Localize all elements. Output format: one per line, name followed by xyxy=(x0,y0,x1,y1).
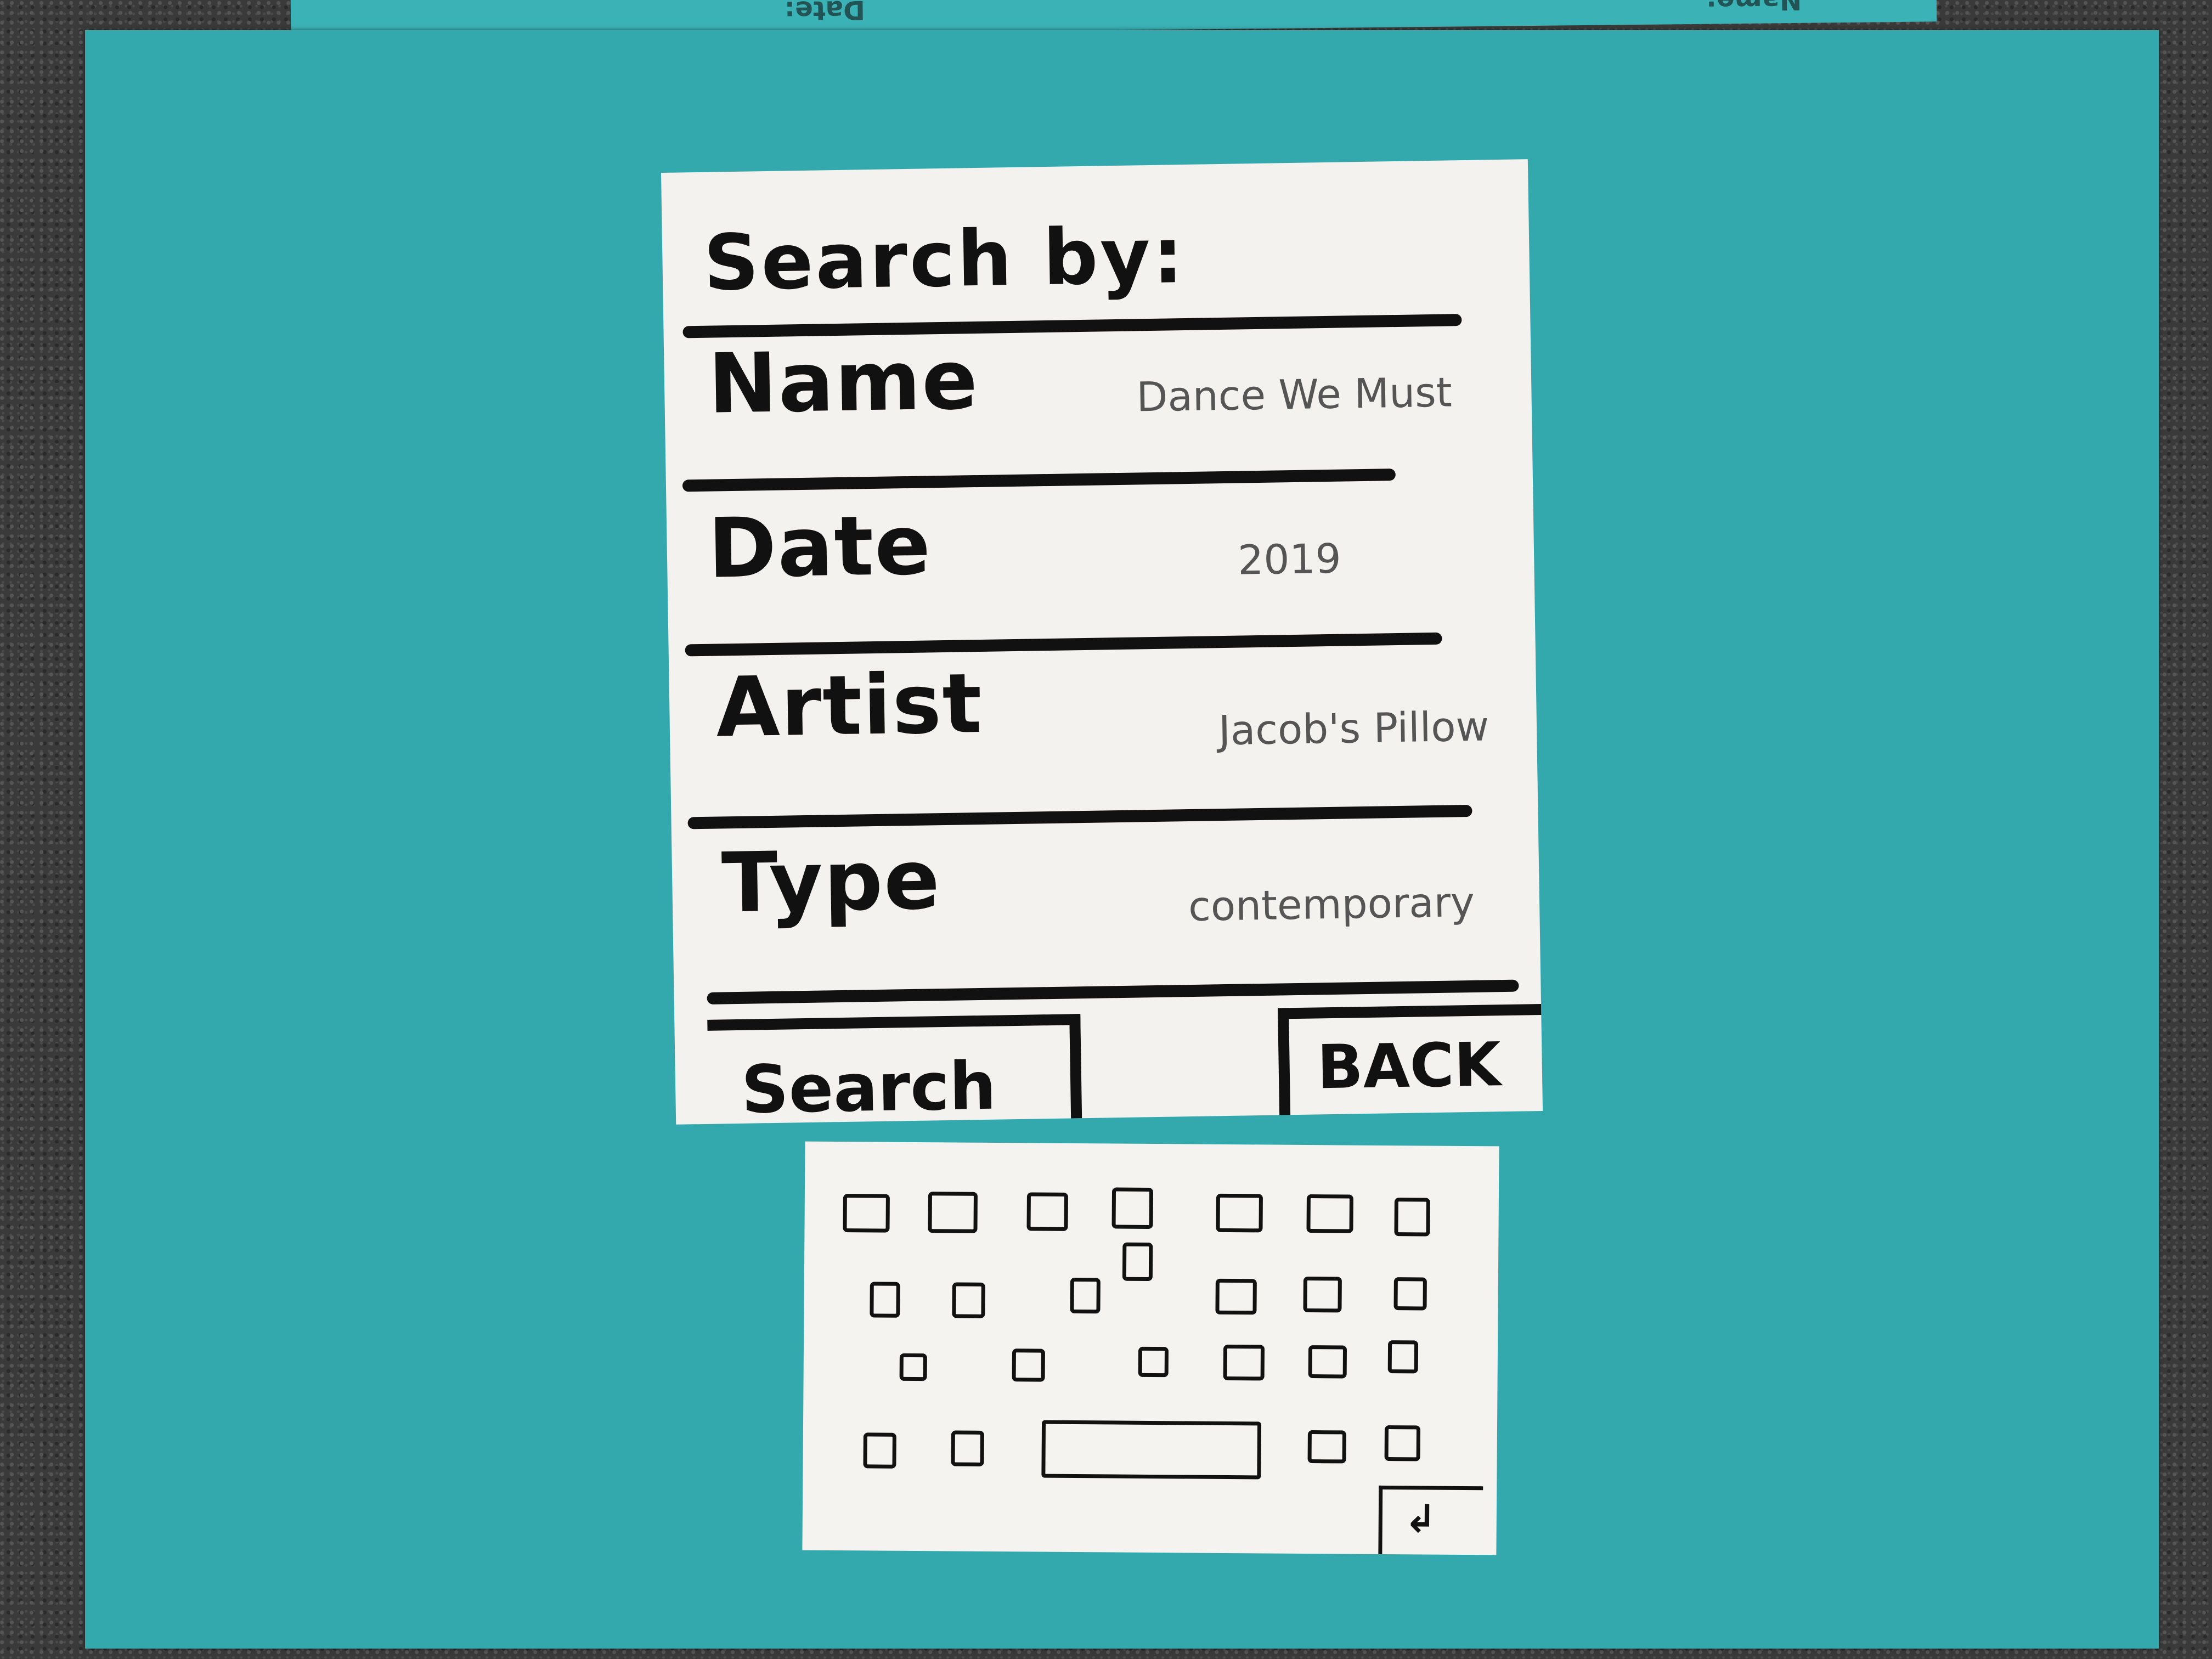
go-key[interactable]: ↲ xyxy=(1378,1485,1483,1555)
search-button[interactable]: Search xyxy=(707,1014,1082,1128)
name-field[interactable]: Dance We Must xyxy=(1136,369,1452,421)
divider xyxy=(707,979,1519,1005)
keyboard-key[interactable] xyxy=(928,1192,978,1233)
back-button[interactable]: BACK xyxy=(1278,1003,1543,1115)
divider xyxy=(685,632,1442,657)
keyboard-key[interactable] xyxy=(1215,1278,1257,1315)
return-arrow-icon: ↲ xyxy=(1404,1496,1437,1542)
keyboard-key[interactable] xyxy=(1303,1276,1342,1313)
divider xyxy=(682,469,1396,492)
type-field[interactable]: contemporary xyxy=(1188,879,1475,930)
keyboard-key[interactable] xyxy=(1307,1430,1346,1464)
artist-field[interactable]: Jacob's Pillow xyxy=(1218,703,1489,754)
keyboard-key[interactable] xyxy=(1384,1425,1421,1462)
search-screen: Search by: Name Dance We Must Date 2019 … xyxy=(661,159,1543,1128)
keyboard-key[interactable] xyxy=(1012,1348,1045,1382)
keyboard-key[interactable] xyxy=(870,1282,900,1318)
keyboard-key[interactable] xyxy=(951,1430,984,1466)
back-button-label: BACK xyxy=(1316,1029,1502,1103)
date-field[interactable]: 2019 xyxy=(1238,535,1342,584)
keyboard-key[interactable] xyxy=(1111,1187,1154,1229)
on-screen-keyboard: ↲ xyxy=(802,1141,1499,1555)
keyboard-key[interactable] xyxy=(952,1282,985,1318)
artist-field-label: Artist xyxy=(715,656,984,756)
keyboard-key[interactable] xyxy=(1138,1346,1169,1378)
keyboard-key[interactable] xyxy=(1070,1277,1101,1314)
keyboard-key[interactable] xyxy=(1308,1345,1347,1379)
page-title: Search by: xyxy=(703,211,1186,308)
divider xyxy=(682,314,1462,338)
spacebar[interactable] xyxy=(1041,1420,1262,1480)
search-button-label: Search xyxy=(741,1048,997,1128)
keyboard-key[interactable] xyxy=(1223,1344,1265,1381)
keyboard-key[interactable] xyxy=(863,1432,896,1469)
background-card-label-name: Name: xyxy=(1706,0,1802,16)
keyboard-key[interactable] xyxy=(843,1194,890,1233)
keyboard-key[interactable] xyxy=(1387,1340,1419,1374)
keyboard-key[interactable] xyxy=(1216,1193,1263,1233)
keyboard-key[interactable] xyxy=(1394,1198,1430,1237)
date-field-label: Date xyxy=(707,498,933,597)
keyboard-key[interactable] xyxy=(899,1353,927,1381)
keyboard-key[interactable] xyxy=(1306,1194,1353,1233)
background-card-label-date: Date: xyxy=(784,0,866,26)
keyboard-key[interactable] xyxy=(1122,1242,1153,1282)
keyboard-key[interactable] xyxy=(1026,1192,1068,1231)
name-field-label: Name xyxy=(707,332,980,432)
type-field-label: Type xyxy=(720,832,942,932)
keyboard-key[interactable] xyxy=(1393,1277,1427,1311)
divider xyxy=(687,804,1472,830)
